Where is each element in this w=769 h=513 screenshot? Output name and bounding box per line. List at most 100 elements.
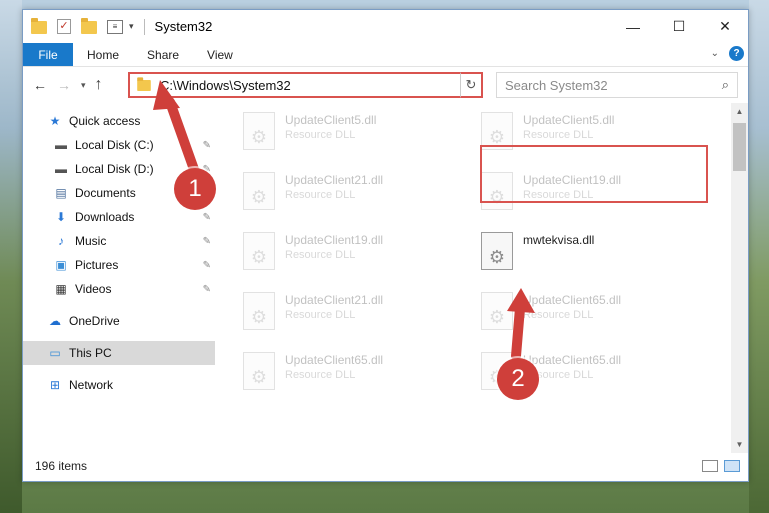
gear-icon: ⚙ (250, 247, 268, 267)
dll-file-icon: ⚙ (243, 352, 275, 390)
sidebar-item-network[interactable]: ⊞ Network (23, 373, 215, 397)
ribbon-right-controls: ⌄ ? (711, 46, 744, 61)
tab-view[interactable]: View (193, 43, 247, 66)
forward-button[interactable]: → (57, 77, 71, 93)
gear-icon: ⚙ (488, 247, 506, 267)
refresh-button[interactable]: ↻ (460, 72, 483, 98)
dll-file-icon: ⚙ (481, 232, 513, 270)
status-bar: 196 items (23, 451, 748, 481)
file-type: Resource DLL (285, 369, 356, 381)
computer-icon: ▭ (49, 346, 61, 360)
view-switcher (696, 460, 740, 472)
sidebar-item-videos[interactable]: ▦ Videos ✎ (23, 277, 215, 301)
file-type: Resource DLL (523, 129, 594, 141)
file-item[interactable]: ⚙ UpdateClient19.dll Resource DLL (243, 229, 473, 279)
address-bar[interactable]: C:\Windows\System32 ▾ (128, 72, 482, 98)
customize-toolbar-chevron-icon[interactable]: ▾ (129, 21, 134, 32)
address-path[interactable]: C:\Windows\System32 (160, 78, 291, 93)
drive-icon: ▬ (55, 138, 67, 152)
file-item[interactable]: ⚙ UpdateClient21.dll Resource DLL (243, 169, 473, 219)
star-icon: ★ (49, 114, 61, 128)
file-item[interactable]: ⚙ UpdateClient65.dll Resource DLL (481, 289, 711, 339)
dll-file-icon: ⚙ (243, 292, 275, 330)
dll-file-icon: ⚙ (243, 172, 275, 210)
drive-icon: ▬ (55, 162, 67, 176)
scroll-thumb[interactable] (733, 123, 746, 171)
pin-icon[interactable]: ✎ (203, 212, 211, 223)
file-name: UpdateClient21.dll (285, 293, 384, 307)
expand-ribbon-chevron-icon[interactable]: ⌄ (711, 48, 719, 59)
video-icon: ▦ (55, 282, 67, 296)
navigation-pane: ★ Quick access ▬ Local Disk (C:) ✎ ▬ Loc… (23, 103, 217, 453)
sidebar-item-label: Quick access (69, 114, 141, 128)
file-type: Resource DLL (285, 249, 356, 261)
quick-access-toolbar-icon[interactable]: ≡ (107, 19, 123, 34)
pin-icon[interactable]: ✎ (203, 260, 211, 271)
sidebar-item-downloads[interactable]: ⬇ Downloads ✎ (23, 205, 215, 229)
file-name: UpdateClient21.dll (285, 173, 384, 187)
file-item[interactable]: ⚙ UpdateClient21.dll Resource DLL (243, 289, 473, 339)
sidebar-item-music[interactable]: ♪ Music ✎ (23, 229, 215, 253)
dll-file-icon: ⚙ (243, 232, 275, 270)
sidebar-item-local-disk-c[interactable]: ▬ Local Disk (C:) ✎ (23, 133, 215, 157)
up-button[interactable]: ↑ (95, 76, 103, 94)
file-type: Resource DLL (285, 309, 356, 321)
sidebar-item-label: Local Disk (C:) (75, 138, 154, 152)
tab-home[interactable]: Home (73, 43, 133, 66)
pin-icon[interactable]: ✎ (203, 236, 211, 247)
pin-icon[interactable]: ✎ (203, 284, 211, 295)
details-view-icon[interactable] (702, 460, 718, 472)
back-button[interactable]: ← (33, 77, 47, 93)
step-callout-1: 1 (174, 168, 216, 210)
sidebar-item-label: Music (75, 234, 107, 248)
gear-icon: ⚙ (250, 367, 268, 387)
gear-icon: ⚙ (250, 187, 268, 207)
file-name: mwtekvisa.dll (523, 233, 595, 247)
help-icon[interactable]: ? (729, 46, 744, 61)
file-type: Resource DLL (285, 129, 356, 141)
desktop-background-left (0, 0, 22, 513)
file-tab[interactable]: File (23, 43, 73, 66)
sidebar-item-label: This PC (69, 346, 112, 360)
vertical-scrollbar[interactable]: ▲ ▼ (731, 103, 748, 453)
sidebar-item-label: Local Disk (D:) (75, 162, 154, 176)
desktop-background-right (749, 0, 769, 513)
network-icon: ⊞ (49, 378, 61, 392)
title-divider (143, 18, 145, 35)
search-input[interactable]: Search System32 ⌕ (496, 72, 738, 98)
pin-icon[interactable]: ✎ (203, 140, 211, 151)
file-type: Resource DLL (285, 189, 356, 201)
sidebar-item-label: Documents (75, 186, 136, 200)
close-button[interactable]: ✕ (702, 10, 748, 43)
tab-share[interactable]: Share (133, 43, 193, 66)
document-icon: ▤ (55, 186, 67, 200)
new-folder-icon[interactable] (81, 17, 97, 34)
file-highlight-box (480, 145, 708, 203)
navigation-bar: ← → ▾ ↑ C:\Windows\System32 ▾ ↻ Search S… (23, 67, 748, 103)
file-item[interactable]: ⚙ UpdateClient5.dll Resource DLL (243, 109, 473, 159)
cloud-icon: ☁ (49, 314, 61, 328)
sidebar-item-label: OneDrive (69, 314, 120, 328)
folder-icon (137, 76, 151, 91)
search-icon[interactable]: ⌕ (722, 77, 729, 93)
sidebar-item-quick-access[interactable]: ★ Quick access (23, 109, 215, 133)
sidebar-item-onedrive[interactable]: ☁ OneDrive (23, 309, 215, 333)
sidebar-item-pictures[interactable]: ▣ Pictures ✎ (23, 253, 215, 277)
file-name: UpdateClient65.dll (285, 353, 384, 367)
properties-check-icon[interactable]: ✓ (57, 19, 71, 34)
folder-icon (31, 17, 47, 34)
window-controls: — ☐ ✕ (610, 10, 748, 43)
sidebar-item-label: Downloads (75, 210, 135, 224)
recent-locations-chevron-icon[interactable]: ▾ (81, 80, 86, 91)
gear-icon: ⚙ (488, 127, 506, 147)
file-item-mwtekvisa[interactable]: ⚙ mwtekvisa.dll (481, 229, 711, 279)
minimize-button[interactable]: — (610, 10, 656, 43)
file-item[interactable]: ⚙ UpdateClient65.dll Resource DLL (243, 349, 473, 399)
dll-file-icon: ⚙ (243, 112, 275, 150)
maximize-button[interactable]: ☐ (656, 10, 702, 43)
scroll-up-arrow-icon[interactable]: ▲ (731, 103, 748, 120)
item-count: 196 items (35, 459, 88, 473)
step-callout-2: 2 (497, 358, 539, 400)
sidebar-item-this-pc[interactable]: ▭ This PC (23, 341, 215, 365)
large-icons-view-icon[interactable] (724, 460, 740, 472)
